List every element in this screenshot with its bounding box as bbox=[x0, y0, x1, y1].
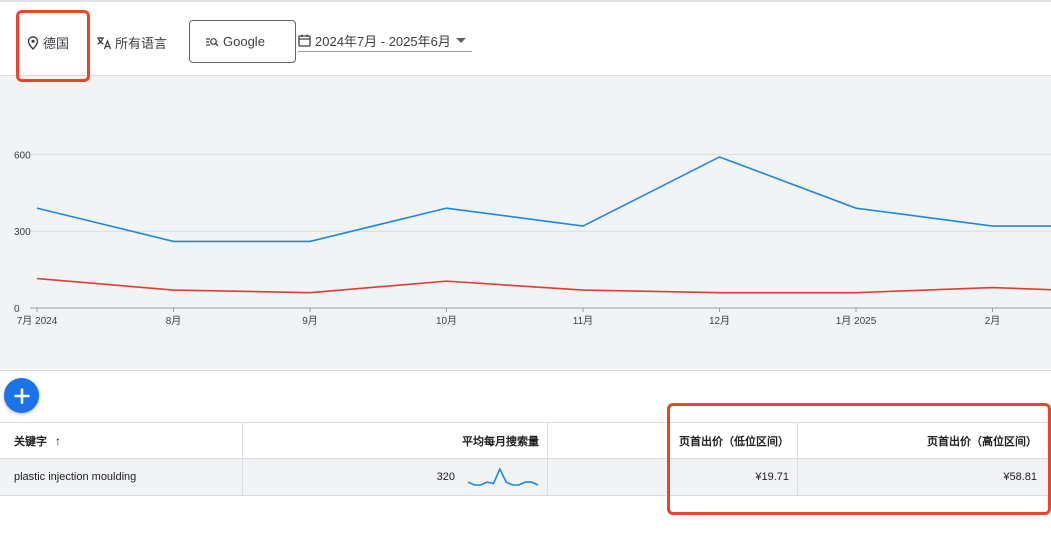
bid-low-cell: ¥19.71 bbox=[548, 459, 798, 495]
y-tick-label: 600 bbox=[14, 150, 31, 161]
translate-icon bbox=[97, 36, 112, 49]
keyword-cell: plastic injection moulding bbox=[0, 459, 243, 495]
keyword-text: plastic injection moulding bbox=[14, 471, 137, 483]
keyword-header-label: 关键字 bbox=[14, 435, 47, 448]
y-tick-label: 0 bbox=[14, 304, 20, 315]
series-line-2 bbox=[36, 277, 1051, 294]
y-tick-label: 300 bbox=[14, 227, 31, 238]
plus-icon bbox=[13, 387, 30, 404]
search-engine-icon bbox=[206, 37, 219, 46]
bid-low-value: ¥19.71 bbox=[755, 471, 789, 483]
chevron-down-icon bbox=[456, 38, 466, 43]
bid-high-column-header[interactable]: 页首出价（高位区间） bbox=[798, 423, 1051, 458]
avg-monthly-column-header[interactable]: 平均每月搜索量 bbox=[243, 423, 548, 458]
series-line-1 bbox=[36, 156, 1051, 243]
avg-monthly-header-label: 平均每月搜索量 bbox=[462, 435, 539, 448]
table-header-row: 关键字 ↑ 平均每月搜索量 页首出价（低位区间） 页首出价（高位区间） bbox=[0, 422, 1051, 459]
language-filter[interactable]: 所有语言 bbox=[96, 33, 167, 52]
bid-low-column-header[interactable]: 页首出价（低位区间） bbox=[548, 423, 798, 458]
search-engine-label: Google bbox=[223, 34, 265, 49]
x-tick-label: 10月 bbox=[436, 315, 457, 327]
bid-high-value: ¥58.81 bbox=[1003, 471, 1037, 483]
x-tick-label: 1月 2025 bbox=[836, 315, 877, 327]
table-row[interactable]: plastic injection moulding 320 ¥19.71 ¥5… bbox=[0, 459, 1051, 496]
x-tick-label: 8月 bbox=[166, 315, 182, 327]
x-tick-label: 2月 bbox=[985, 315, 1001, 327]
trend-chart-svg: 0 300 600 7月 2024 8月 9月 10月 11月 12月 1月 2025 2月 bbox=[14, 150, 1051, 327]
sparkline-path bbox=[467, 467, 539, 486]
bid-low-header-label: 页首出价（低位区间） bbox=[679, 435, 789, 448]
language-label: 所有语言 bbox=[115, 36, 168, 51]
date-range-filter[interactable]: 2024年7月 - 2025年6月 bbox=[298, 30, 472, 52]
x-tick-label: 12月 bbox=[709, 315, 730, 327]
add-button[interactable] bbox=[4, 378, 39, 413]
location-filter[interactable]: 德国 bbox=[27, 33, 69, 52]
x-tick-label: 7月 2024 bbox=[17, 315, 58, 327]
keyword-table: 关键字 ↑ 平均每月搜索量 页首出价（低位区间） 页首出价（高位区间） plas… bbox=[0, 422, 1051, 496]
avg-monthly-value: 320 bbox=[436, 471, 455, 483]
bid-high-header-label: 页首出价（高位区间） bbox=[927, 435, 1037, 448]
location-label: 德国 bbox=[43, 36, 70, 51]
calendar-icon bbox=[298, 34, 311, 47]
date-range-label: 2024年7月 - 2025年6月 bbox=[315, 34, 451, 49]
trend-sparkline bbox=[467, 467, 539, 486]
bid-high-cell: ¥58.81 bbox=[798, 459, 1051, 495]
x-tick-label: 11月 bbox=[573, 315, 593, 327]
sort-ascending-icon: ↑ bbox=[55, 433, 61, 448]
trend-chart: 0 300 600 7月 2024 8月 9月 10月 11月 12月 1月 2025 2月 bbox=[0, 76, 1051, 371]
keyword-column-header[interactable]: 关键字 ↑ bbox=[0, 423, 243, 458]
search-engine-filter[interactable]: Google bbox=[189, 20, 296, 63]
x-tick-label: 9月 bbox=[302, 315, 318, 327]
avg-monthly-cell: 320 bbox=[243, 459, 548, 495]
location-pin-icon bbox=[27, 35, 39, 50]
filter-bar: 德国 所有语言 Google 2024年7月 - 2025年6月 bbox=[0, 0, 1051, 76]
